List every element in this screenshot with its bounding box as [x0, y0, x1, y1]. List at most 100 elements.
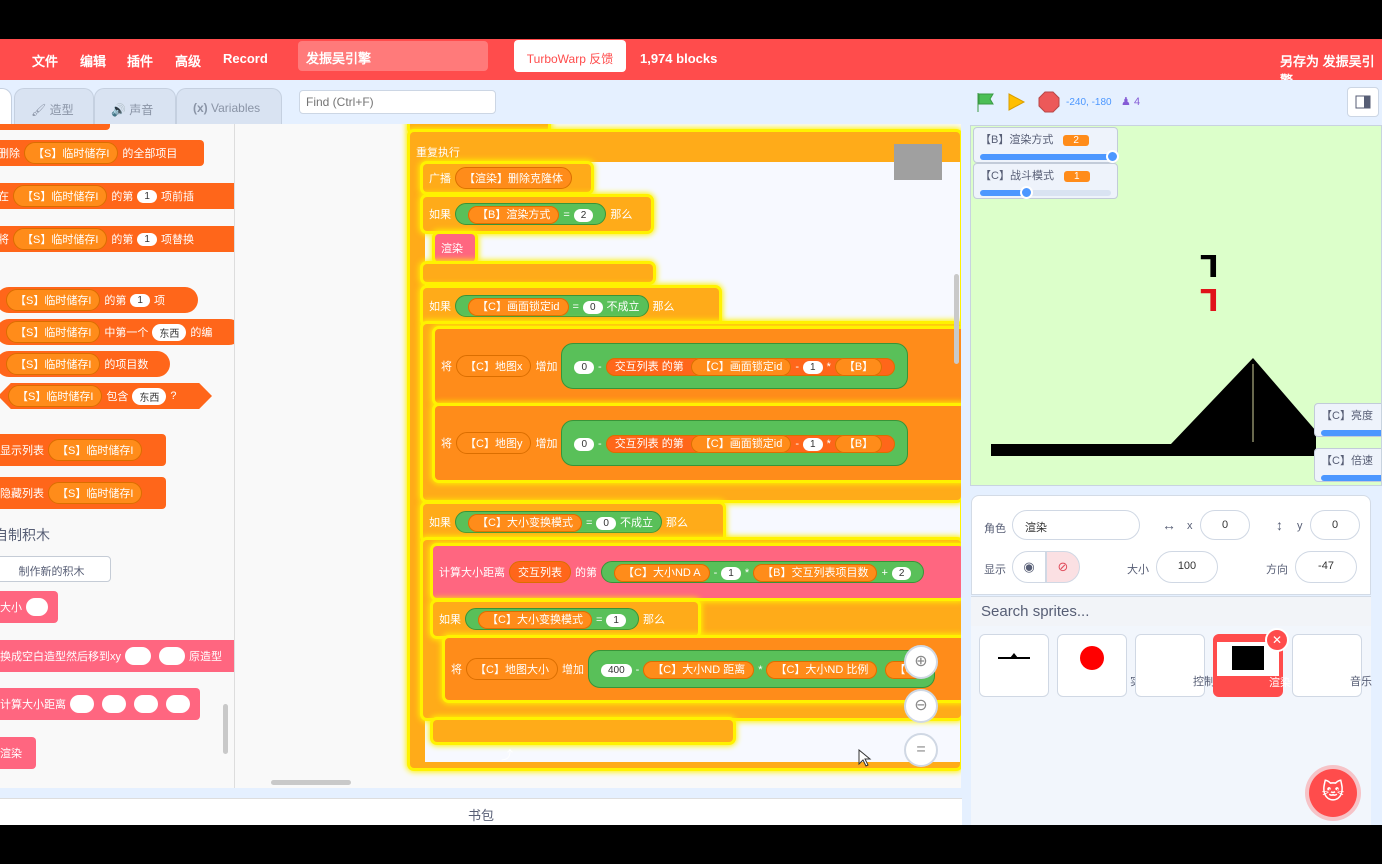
if-render-mode-block[interactable]: 如果 【B】渲染方式 = 2 那么: [423, 197, 651, 231]
if-end-block: [423, 264, 653, 282]
make-block-button[interactable]: 制作新的积木: [0, 556, 111, 582]
render-mode-slider[interactable]: [980, 150, 1119, 163]
x-input[interactable]: [125, 647, 151, 665]
menu-edit[interactable]: 编辑: [80, 51, 106, 70]
bottom-letterbox: [0, 825, 1382, 864]
change-map-size-block[interactable]: 将【C】地图大小 增加 400- 【C】大小ND 距离 * 【C】大小ND 比例 【C: [445, 638, 961, 700]
sprite-y-input[interactable]: 0: [1310, 510, 1360, 540]
list-block-partial[interactable]: [0, 124, 110, 130]
minimap[interactable]: [894, 144, 942, 180]
sprite-tile-map[interactable]: 地图: [979, 634, 1079, 697]
stop-icon[interactable]: [1038, 91, 1060, 113]
tab-sounds[interactable]: 🔊 声音: [94, 88, 176, 124]
calc-dist-call-block[interactable]: 计算大小距离 交互列表 的第 【C】大小ND A -1 * 【B】交互列表项目数 +2: [433, 546, 961, 598]
delete-sprite-button[interactable]: ✕: [1265, 628, 1289, 652]
mouse-coords: -240, -180: [1066, 97, 1112, 108]
sprite-x-input[interactable]: 0: [1200, 510, 1250, 540]
render-block[interactable]: 渲染: [0, 737, 36, 769]
hide-list-block[interactable]: 隐藏列表 【S】临时储存I: [0, 477, 166, 509]
show-label: 显示: [984, 564, 1006, 576]
item-index-block[interactable]: 【S】临时储存I 中第一个 东西 的编: [0, 319, 234, 345]
search-sprites-input[interactable]: Search sprites...: [971, 596, 1371, 626]
size-input[interactable]: [26, 598, 48, 616]
battle-mode-slider[interactable]: [980, 186, 1111, 199]
speed-slider[interactable]: [1321, 475, 1381, 481]
sprite-tile-entity[interactable]: 实体: [1057, 634, 1152, 697]
sprite-label: 角色: [984, 523, 1006, 535]
calc-dist-block[interactable]: 计算大小距离: [0, 688, 200, 720]
broadcast-block[interactable]: 广播 【渲染】删除克隆体: [423, 164, 591, 192]
menu-addons[interactable]: 插件: [127, 51, 153, 70]
menu-file[interactable]: 文件: [32, 51, 58, 70]
project-title-input[interactable]: 发振吴引擎: [298, 41, 488, 71]
size-block[interactable]: 大小: [0, 591, 58, 623]
mouse-cursor-icon: [858, 749, 872, 767]
play-icon[interactable]: [1006, 92, 1026, 112]
arg2-input[interactable]: [102, 695, 126, 713]
zoom-out-button[interactable]: ⊖: [904, 689, 938, 723]
backpack[interactable]: 书包: [0, 798, 962, 825]
clone-count: ♟ 4: [1121, 96, 1141, 108]
my-blocks-heading: 自制积木: [0, 527, 50, 543]
monitor-render-mode: 【B】渲染方式 2: [973, 127, 1119, 163]
sprite-size-input[interactable]: 100: [1156, 551, 1218, 583]
arg3-input[interactable]: [134, 695, 158, 713]
show-list-block[interactable]: 显示列表 【S】临时储存I: [0, 434, 166, 466]
change-map-y-block[interactable]: 将【C】地图y 增加 0- 交互列表 的第 【C】画面锁定id -1 * 【B】: [435, 406, 961, 480]
tab-variables[interactable]: (x) Variables: [176, 88, 282, 124]
x-arrow-icon: ↔: [1162, 517, 1176, 533]
menu-record[interactable]: Record: [223, 51, 268, 66]
workspace-vscroll[interactable]: [954, 274, 959, 364]
loop-arrow-icon: ⤴: [501, 748, 514, 762]
variables-icon: (x): [193, 101, 208, 115]
zoom-in-icon: ⊕: [914, 653, 928, 670]
sprite-direction-input[interactable]: -47: [1295, 551, 1357, 583]
cat-icon: 🐱: [1321, 779, 1345, 804]
sprite-tile-control[interactable]: 控制: [1135, 634, 1215, 697]
block-count: 1,974 blocks: [640, 51, 718, 66]
add-sprite-button[interactable]: 🐱: [1309, 769, 1357, 817]
menu-bar: ) 文件 编辑 插件 高级 Record 1,974 blocks 另存为 发振…: [0, 39, 1382, 88]
show-sprite-button[interactable]: ◉: [1012, 551, 1046, 583]
layout-icon: [1355, 95, 1371, 109]
arg1-input[interactable]: [70, 695, 94, 713]
sprite-name-input[interactable]: 渲染: [1012, 510, 1140, 540]
switch-blank-block[interactable]: 换成空白造型然后移到xy 原造型: [0, 640, 234, 672]
arg4-input[interactable]: [166, 695, 190, 713]
list-contains-block[interactable]: 【S】临时储存I 包含 东西?: [0, 383, 212, 409]
speaker-icon: 🔊: [111, 103, 126, 117]
hide-sprite-button[interactable]: ⊘: [1046, 551, 1080, 583]
code-workspace[interactable]: 重复执行 广播 【渲染】删除克隆体 如果 【B】渲染方式 = 2 那么 渲染 如果 【C】画…: [235, 124, 961, 788]
if-size-mode-eq1-block[interactable]: 如果 【C】大小变换模式 = 1 那么: [433, 602, 698, 636]
workspace-hscroll[interactable]: [271, 780, 351, 785]
y-arrow-icon: ↕: [1276, 517, 1283, 533]
green-flag-icon[interactable]: [975, 91, 997, 113]
y-label: y: [1297, 520, 1303, 532]
script-top-fragment[interactable]: [410, 124, 548, 132]
stage-glyph-red: ᒣ: [1200, 285, 1219, 318]
palette-scrollbar[interactable]: [223, 704, 228, 754]
item-of-list-block[interactable]: 【S】临时储存I 的第 1 项: [0, 287, 198, 313]
tab-code[interactable]: [0, 88, 12, 124]
sprite-tile-music[interactable]: 音乐: [1292, 634, 1372, 697]
tab-costumes[interactable]: 🖌 造型: [14, 88, 94, 124]
stage[interactable]: 【B】渲染方式 2 【C】战斗模式 1 ᒣ ᒣ 【C】亮度 【C】倍速: [970, 125, 1382, 486]
render-call-block[interactable]: 渲染: [435, 234, 475, 262]
if-screen-lock-block[interactable]: 如果 【C】画面锁定id = 0 不成立 那么: [423, 288, 719, 324]
brightness-slider[interactable]: [1321, 430, 1381, 436]
if-size-mode-block[interactable]: 如果 【C】大小变换模式 = 0 不成立 那么: [423, 504, 723, 540]
x-label: x: [1187, 520, 1193, 532]
y-input[interactable]: [159, 647, 185, 665]
list-length-block[interactable]: 【S】临时储存I 的项目数: [0, 351, 170, 377]
stage-layout-button[interactable]: [1347, 87, 1379, 117]
eye-icon: ◉: [1023, 559, 1035, 574]
menu-advanced[interactable]: 高级: [175, 51, 201, 70]
delete-all-block[interactable]: 删除 【S】临时储存I 的全部项目: [0, 140, 204, 166]
replace-item-block[interactable]: 将【S】临时储存I的第1项替换: [0, 226, 234, 252]
feedback-button[interactable]: TurboWarp 反馈: [514, 40, 626, 72]
find-input[interactable]: [299, 90, 496, 114]
zoom-reset-button[interactable]: =: [904, 733, 938, 767]
zoom-in-button[interactable]: ⊕: [904, 645, 938, 679]
change-map-x-block[interactable]: 将【C】地图x 增加 0- 交互列表 的第 【C】画面锁定id -1 * 【B】: [435, 329, 961, 403]
insert-at-block[interactable]: 在【S】临时储存I的第1项前插: [0, 183, 234, 209]
